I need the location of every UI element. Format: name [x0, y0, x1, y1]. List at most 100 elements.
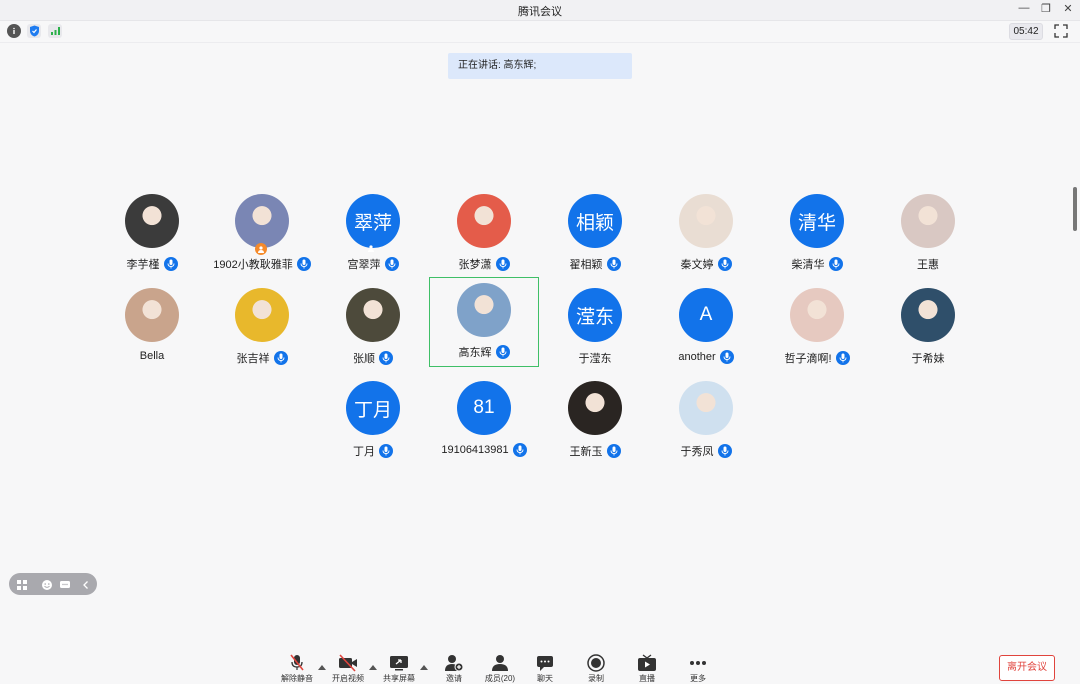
- fullscreen-icon[interactable]: [1054, 24, 1068, 38]
- avatar: [679, 381, 733, 435]
- restore-icon[interactable]: ❐: [1038, 2, 1054, 15]
- unmute-button[interactable]: 解除静音: [275, 654, 319, 683]
- mic-icon: [512, 443, 527, 457]
- participant-name: 19106413981: [441, 444, 509, 456]
- participant-name-row: 宫翠萍: [318, 256, 428, 272]
- participant-name-row: 李芋槿: [97, 256, 207, 272]
- avatar: [235, 288, 289, 342]
- video-options-caret-icon[interactable]: [369, 658, 377, 670]
- invite-button[interactable]: 邀请: [432, 654, 476, 683]
- participant-name: 于滢东: [578, 353, 612, 365]
- live-stream-icon: [638, 654, 656, 671]
- leave-meeting-button[interactable]: 离开会议: [999, 655, 1055, 681]
- start-video-label: 开启视频: [332, 674, 364, 683]
- participant-tile[interactable]: 王惠: [873, 186, 983, 276]
- participant-tile[interactable]: Aanother: [651, 280, 761, 370]
- participant-name: 王惠: [917, 259, 939, 271]
- security-shield-icon[interactable]: [27, 24, 41, 38]
- chat-button[interactable]: 聊天: [523, 654, 567, 683]
- avatar: [679, 194, 733, 248]
- participant-tile[interactable]: 高东辉: [429, 277, 539, 367]
- participant-tile[interactable]: 丁月 丁月: [318, 373, 428, 463]
- participant-tile[interactable]: 哲子滴啊!: [762, 280, 872, 370]
- participant-tile[interactable]: 翠萍宫翠萍: [318, 186, 428, 276]
- participant-tile[interactable]: 于秀凤: [651, 373, 761, 463]
- members-button[interactable]: 成员(20): [478, 654, 522, 683]
- chat-label: 聊天: [537, 674, 553, 683]
- participant-name: 王新玉: [569, 446, 603, 458]
- participant-name-row: 高东辉: [430, 344, 538, 360]
- participant-name-row: 哲子滴啊!: [762, 350, 872, 366]
- live-stream-label: 直播: [639, 674, 655, 683]
- avatar: A: [679, 288, 733, 342]
- emoji-icon[interactable]: [41, 578, 53, 590]
- share-screen-label: 共享屏幕: [383, 674, 415, 683]
- participant-name-row: Bella: [97, 350, 207, 362]
- record-button[interactable]: 录制: [574, 654, 618, 683]
- record-icon: [587, 654, 605, 672]
- participant-name: 翟相颖: [569, 259, 603, 271]
- participant-name: 1902小教耿雅菲: [213, 259, 293, 271]
- participant-tile[interactable]: 李芋槿: [97, 186, 207, 276]
- info-icon[interactable]: [7, 24, 21, 38]
- avatar: [125, 194, 179, 248]
- avatar-initials: 翠萍: [353, 212, 392, 234]
- participant-tile[interactable]: 清华 柴清华: [762, 186, 872, 276]
- avatar: [125, 288, 179, 342]
- participant-tile[interactable]: 秦文婷: [651, 186, 761, 276]
- participant-tile[interactable]: 张梦潇: [429, 186, 539, 276]
- share-options-caret-icon[interactable]: [420, 658, 428, 670]
- floating-tool-pill[interactable]: [9, 573, 97, 595]
- participant-name-row: 柴清华: [762, 256, 872, 272]
- participant-name: 宫翠萍: [347, 259, 381, 271]
- participant-tile[interactable]: 滢东 于滢东: [540, 280, 650, 370]
- share-screen-button[interactable]: 共享屏幕: [377, 654, 421, 683]
- participant-tile[interactable]: 王新玉: [540, 373, 650, 463]
- avatar: [901, 288, 955, 342]
- more-label: 更多: [690, 674, 706, 683]
- avatar: [901, 194, 955, 248]
- muted-mic-icon: [290, 654, 304, 671]
- participant-tile[interactable]: 于希妹: [873, 280, 983, 370]
- participant-name-row: 张顺: [318, 350, 428, 366]
- window-title: 腾讯会议: [518, 6, 562, 18]
- start-video-button[interactable]: 开启视频: [326, 654, 370, 683]
- avatar: 丁月: [346, 381, 400, 435]
- mic-icon: [163, 257, 178, 271]
- scrollbar[interactable]: [1073, 187, 1077, 231]
- user-badge-icon: [366, 243, 376, 253]
- avatar-initials: 滢东: [575, 306, 614, 328]
- avatar: [790, 288, 844, 342]
- more-dots-icon: [690, 661, 706, 665]
- layout-grid-icon[interactable]: [16, 578, 28, 590]
- participant-name-row: 王惠: [873, 256, 983, 272]
- participant-tile[interactable]: 1902小教耿雅菲: [207, 186, 317, 276]
- more-button[interactable]: 更多: [676, 654, 720, 683]
- participant-tile[interactable]: 张吉祥: [207, 280, 317, 370]
- chat-bubble-icon[interactable]: [59, 578, 71, 590]
- invite-label: 邀请: [446, 674, 462, 683]
- avatar: 翠萍: [346, 194, 400, 248]
- chat-icon: [537, 656, 553, 671]
- participant-name: 张吉祥: [236, 353, 270, 365]
- avatar-initials: 丁月: [353, 399, 392, 421]
- mic-icon: [273, 351, 288, 365]
- participant-name-row: 于滢东: [540, 350, 650, 366]
- participant-name-row: 翟相颖: [540, 256, 650, 272]
- avatar-initials: 相颖: [575, 212, 614, 234]
- collapse-chevron-icon[interactable]: [80, 578, 92, 590]
- close-icon[interactable]: ✕: [1060, 2, 1076, 15]
- audio-options-caret-icon[interactable]: [318, 658, 326, 670]
- participant-tile[interactable]: 81 19106413981: [429, 373, 539, 463]
- participant-tile[interactable]: 张顺: [318, 280, 428, 370]
- live-stream-button[interactable]: 直播: [625, 654, 669, 683]
- bottom-control-bar: 解除静音 开启视频 共享屏幕 邀请 成员(20) 聊天 录制 直播 更多: [0, 650, 1080, 683]
- participant-tile[interactable]: Bella: [97, 280, 207, 370]
- mic-icon: [379, 444, 393, 458]
- avatar: [457, 283, 511, 337]
- mic-icon: [717, 444, 732, 458]
- signal-strength-icon[interactable]: [48, 24, 62, 38]
- participant-tile[interactable]: 相颖翟相颖: [540, 186, 650, 276]
- participant-name: 秦文婷: [680, 259, 714, 271]
- minimize-icon[interactable]: —: [1016, 2, 1032, 14]
